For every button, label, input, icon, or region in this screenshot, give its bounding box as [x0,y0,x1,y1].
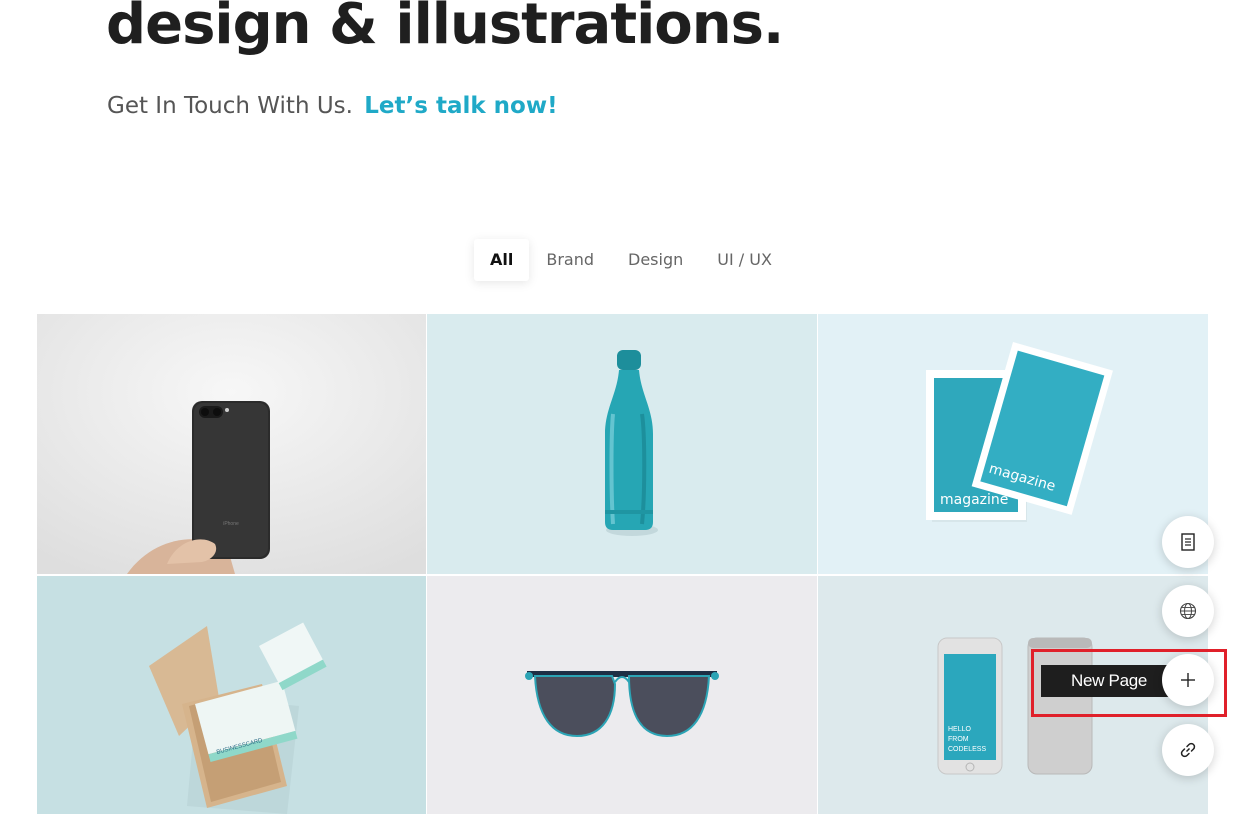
filter-design[interactable]: Design [611,239,700,281]
phone-text-2: FROM [948,736,969,743]
site-settings-button[interactable] [1162,585,1214,637]
phone-text-3: CODELESS [948,746,986,753]
portfolio-item-business-card[interactable]: BUSINESSCARD [37,576,426,814]
portfolio-item-sunglasses[interactable] [427,576,817,814]
globe-icon [1179,602,1197,620]
pages-button[interactable] [1162,516,1214,568]
portfolio-item-bottle[interactable] [427,314,817,574]
portfolio-filters: All Brand Design UI / UX [474,239,789,281]
iphone-image: iPhone [37,314,426,574]
filter-brand[interactable]: Brand [529,239,611,281]
portfolio-grid: iPhone magazine magazine BUSINESSCARD HE… [37,314,1208,814]
bottle-image [427,314,817,574]
filter-all[interactable]: All [474,239,530,281]
phone-text-1: HELLO [948,726,972,733]
hero-subtitle-text: Get In Touch With Us. [107,93,353,119]
document-icon [1181,533,1195,551]
link-icon [1180,742,1196,758]
filter-ui-ux[interactable]: UI / UX [700,239,789,281]
magazine-back-label: magazine [940,492,1008,508]
hero-subtitle: Get In Touch With Us. Let’s talk now! [107,93,558,119]
portfolio-item-magazine[interactable]: magazine magazine [818,314,1208,574]
lets-talk-link[interactable]: Let’s talk now! [364,93,557,119]
iphone-label: iPhone [223,521,239,527]
link-button[interactable] [1162,724,1214,776]
sunglasses-image [427,576,817,814]
portfolio-item-iphone[interactable]: iPhone [37,314,426,574]
highlight-annotation [1031,649,1227,717]
business-card-image: BUSINESSCARD [37,576,426,814]
magazine-image: magazine magazine [818,314,1208,574]
hero-title: design & illustrations. [106,0,784,57]
